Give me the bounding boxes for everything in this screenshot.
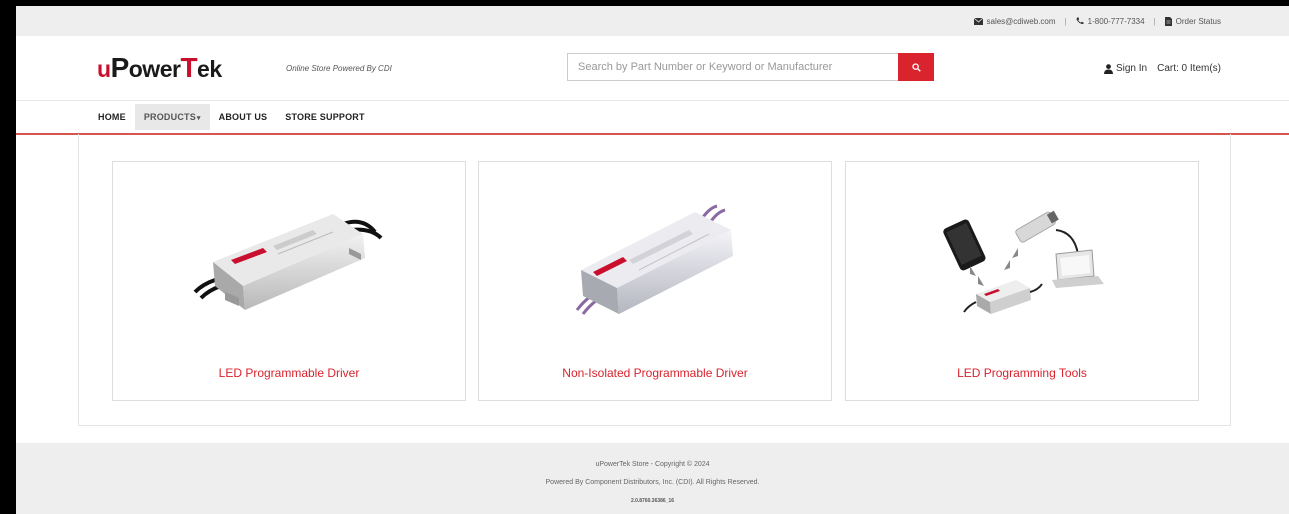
product-card-led-programming-tools[interactable]: LED Programming Tools: [845, 161, 1199, 401]
copyright-text: uPowerTek Store - Copyright © 2024: [595, 461, 710, 468]
logo-part: T: [180, 52, 198, 83]
sign-in-label: Sign In: [1115, 63, 1148, 74]
product-title[interactable]: LED Programmable Driver: [113, 366, 465, 380]
nav-products-label: PRODUCTS: [143, 112, 196, 122]
account-links: Sign In Cart: 0 Item(s): [1103, 63, 1221, 74]
main-nav: HOME PRODUCTS▾ ABOUT US STORE SUPPORT: [16, 101, 1289, 135]
header: uPowerTek Online Store Powered By CDI Si…: [16, 36, 1289, 101]
document-icon: [1164, 16, 1172, 26]
nav-store-support[interactable]: STORE SUPPORT: [276, 104, 373, 130]
nav-products[interactable]: PRODUCTS▾: [134, 104, 210, 130]
order-status-text: Order Status: [1175, 16, 1221, 26]
order-status-link[interactable]: Order Status: [1164, 16, 1221, 26]
search-button[interactable]: [898, 53, 934, 81]
logo-part: ek: [197, 56, 222, 82]
phone-text: 1-800-777-7334: [1087, 16, 1145, 26]
search-icon: [911, 62, 921, 72]
divider: |: [1064, 16, 1067, 26]
logo-part: u: [97, 56, 111, 82]
product-grid: LED Programmable Driver Non-Isolated Pro…: [78, 134, 1231, 426]
led-driver-image: [193, 214, 383, 310]
divider: |: [1153, 16, 1156, 26]
phone-icon: [1076, 17, 1084, 25]
programming-tools-image: [943, 210, 1104, 314]
footer: uPowerTek Store - Copyright © 2024 Power…: [16, 443, 1289, 514]
page: sales@cdiweb.com | 1-800-777-7334 | Orde…: [16, 6, 1289, 514]
email-link[interactable]: sales@cdiweb.com: [973, 16, 1056, 26]
search-bar: [567, 53, 934, 81]
non-isolated-driver-image: [575, 204, 733, 315]
caret-down-icon: ▾: [196, 115, 201, 122]
product-title[interactable]: LED Programming Tools: [846, 366, 1198, 380]
site-logo[interactable]: uPowerTek: [97, 54, 222, 82]
envelope-icon: [973, 17, 983, 25]
product-card-led-programmable-driver[interactable]: LED Programmable Driver: [112, 161, 466, 401]
nav-about-us[interactable]: ABOUT US: [210, 104, 277, 130]
cart-link[interactable]: Cart: 0 Item(s): [1157, 63, 1221, 74]
logo-part: P: [110, 52, 130, 83]
product-card-non-isolated-programmable-driver[interactable]: Non-Isolated Programmable Driver: [478, 161, 832, 401]
user-icon: [1103, 63, 1113, 74]
nav-home[interactable]: HOME: [89, 104, 135, 130]
tagline: Online Store Powered By CDI: [286, 64, 392, 73]
powered-by-text: Powered By Component Distributors, Inc. …: [545, 479, 760, 486]
product-title[interactable]: Non-Isolated Programmable Driver: [479, 366, 831, 380]
search-input[interactable]: [567, 53, 898, 81]
utility-bar: sales@cdiweb.com | 1-800-777-7334 | Orde…: [16, 6, 1289, 36]
phone-link[interactable]: 1-800-777-7334: [1076, 17, 1145, 26]
version-text: 2.0.8760.36386_16: [630, 498, 675, 504]
sign-in-link[interactable]: Sign In: [1103, 63, 1148, 74]
email-text: sales@cdiweb.com: [986, 16, 1056, 26]
logo-part: ower: [128, 56, 181, 82]
